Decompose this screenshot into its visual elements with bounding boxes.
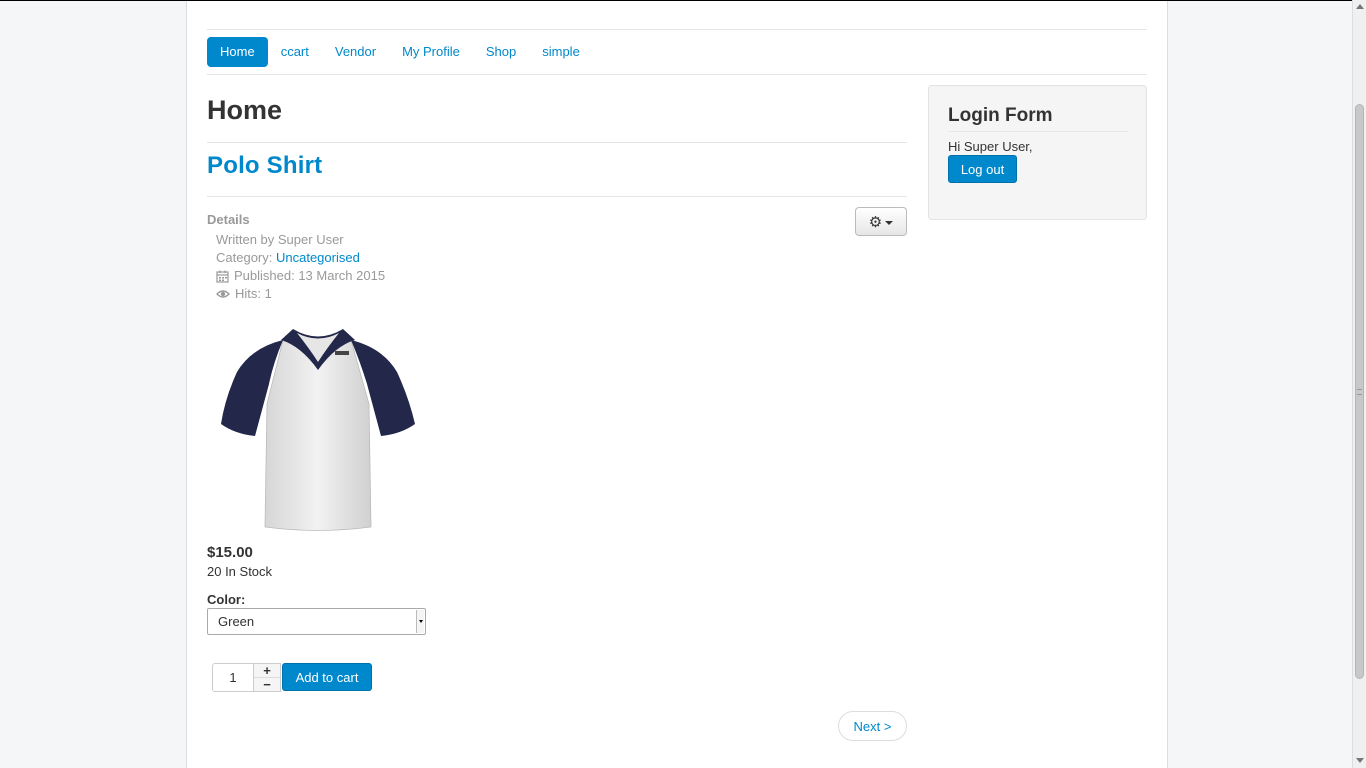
quantity-input[interactable]: 1 <box>212 663 254 692</box>
product-image <box>221 329 415 531</box>
article-tools-button[interactable]: ⚙ <box>855 207 907 236</box>
nav-item-simple[interactable]: simple <box>529 37 593 67</box>
color-select[interactable]: Green <box>207 608 426 635</box>
author-line: Written by Super User <box>216 231 385 249</box>
nav-item-vendor[interactable]: Vendor <box>322 37 389 67</box>
quantity-increment-button[interactable]: + <box>254 664 280 678</box>
quantity-decrement-button[interactable]: − <box>254 678 280 691</box>
published-text: Published: 13 March 2015 <box>234 268 386 283</box>
nav-bottom-divider <box>207 74 1147 75</box>
caret-down-icon <box>885 220 894 225</box>
page-container: Home ccart Vendor My Profile Shop simple… <box>186 1 1168 768</box>
details-heading: Details <box>207 212 250 227</box>
next-page-button[interactable]: Next > <box>838 711 907 741</box>
title-divider <box>207 142 907 143</box>
logout-button[interactable]: Log out <box>948 155 1017 183</box>
color-select-value: Green <box>218 614 255 629</box>
scroll-grip-icon <box>1357 389 1362 395</box>
nav-item-home[interactable]: Home <box>207 37 268 67</box>
page-title: Home <box>207 95 283 125</box>
hits-text: Hits: 1 <box>235 286 272 301</box>
scroll-up-arrow-icon[interactable] <box>1356 4 1364 9</box>
color-label: Color: <box>207 592 246 607</box>
nav-item-ccart[interactable]: ccart <box>268 37 322 67</box>
gear-icon: ⚙ <box>868 213 883 231</box>
hits-line: Hits: 1 <box>216 285 385 303</box>
published-line: Published: 13 March 2015 <box>216 267 385 285</box>
nav-top-divider <box>207 29 1147 30</box>
page-scrollbar[interactable] <box>1352 0 1366 768</box>
select-arrow-icon <box>416 610 424 633</box>
add-to-cart-button[interactable]: Add to cart <box>282 663 372 691</box>
nav-item-shop[interactable]: Shop <box>473 37 529 67</box>
login-form-module: Login Form Hi Super User, Log out <box>928 85 1147 220</box>
product-price: $15.00 <box>207 544 253 561</box>
quantity-stepper: + − <box>253 663 281 692</box>
module-title: Login Form <box>948 105 1053 126</box>
article-info: Details Written by Super User Category: … <box>207 212 385 303</box>
category-prefix: Category: <box>216 250 276 265</box>
product-stock: 20 In Stock <box>207 564 273 579</box>
category-link[interactable]: Uncategorised <box>276 250 360 265</box>
module-title-divider <box>948 131 1128 132</box>
article-title-link[interactable]: Polo Shirt <box>207 152 322 180</box>
main-nav: Home ccart Vendor My Profile Shop simple <box>207 37 593 67</box>
greeting-text: Hi Super User, <box>948 139 1033 154</box>
author-text: Written by Super User <box>216 232 344 247</box>
category-line: Category: Uncategorised <box>216 249 385 267</box>
eye-icon <box>216 290 230 298</box>
scroll-down-arrow-icon[interactable] <box>1356 758 1364 763</box>
article-title-divider <box>207 196 907 197</box>
calendar-icon <box>216 270 229 283</box>
nav-item-my-profile[interactable]: My Profile <box>389 37 473 67</box>
